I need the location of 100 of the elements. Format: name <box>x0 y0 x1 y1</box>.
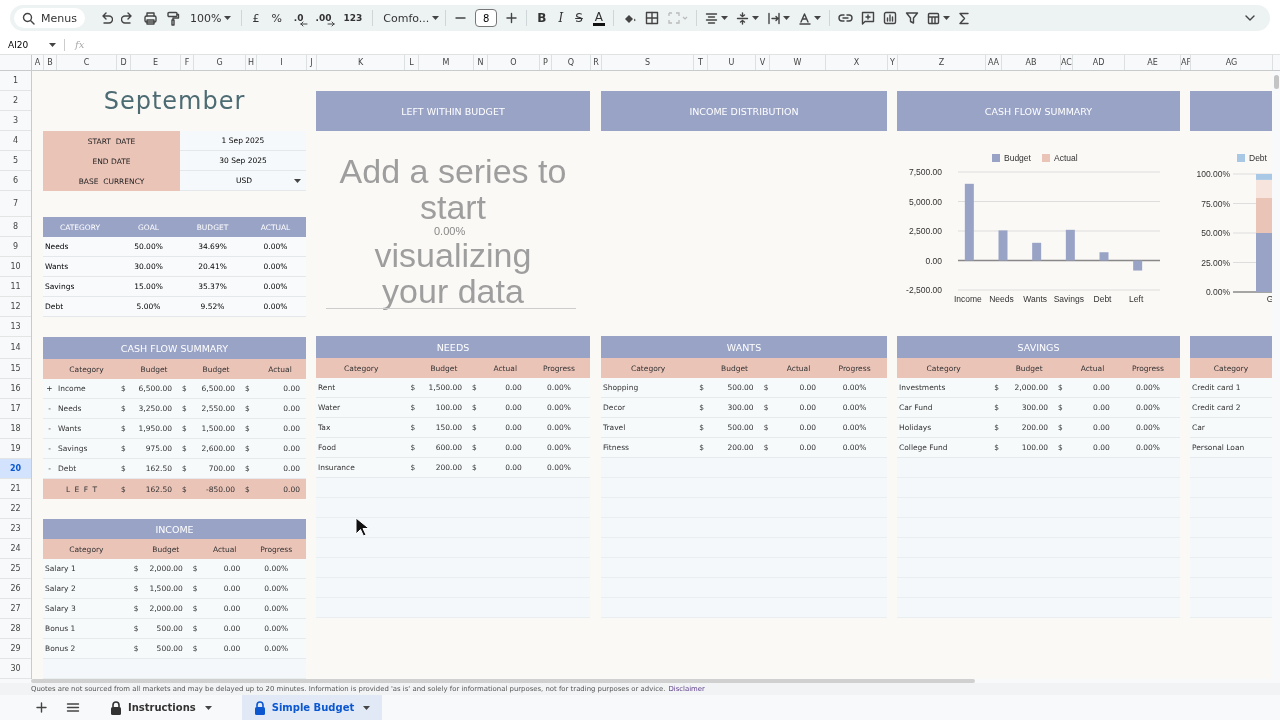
column-header[interactable]: A <box>32 55 44 70</box>
collapse-chevron-icon[interactable] <box>1244 14 1256 22</box>
row-header[interactable]: 6 <box>0 171 31 191</box>
row-header[interactable]: 1 <box>0 71 31 91</box>
row-header[interactable]: 8 <box>0 217 31 237</box>
scrollbar-thumb[interactable] <box>31 679 975 683</box>
column-header[interactable]: AE <box>1125 55 1181 70</box>
percent-button[interactable]: % <box>269 8 284 28</box>
name-box[interactable]: AI20 <box>0 39 64 50</box>
redo-icon[interactable] <box>120 11 135 25</box>
column-header[interactable]: E <box>131 55 181 70</box>
italic-button[interactable]: I <box>556 8 566 28</box>
column-header[interactable]: P <box>540 55 552 70</box>
column-header[interactable]: C <box>57 55 117 70</box>
align-icon[interactable] <box>705 11 719 25</box>
filter-icon[interactable] <box>905 11 920 25</box>
column-header[interactable]: B <box>44 55 57 70</box>
text-rotation-icon[interactable] <box>798 11 812 25</box>
column-header[interactable]: U <box>708 55 756 70</box>
row-header[interactable]: 17 <box>0 399 31 419</box>
sheet-tab[interactable]: Simple Budget <box>241 695 383 720</box>
row-header[interactable]: 18 <box>0 419 31 439</box>
column-header[interactable]: O <box>488 55 540 70</box>
row-header[interactable]: 14 <box>0 337 31 359</box>
column-header[interactable]: AC <box>1061 55 1073 70</box>
currency-button[interactable]: £ <box>250 8 262 28</box>
strikethrough-button[interactable]: S <box>573 8 585 28</box>
column-header[interactable]: X <box>826 55 888 70</box>
text-color-button[interactable]: A <box>592 10 606 26</box>
column-header[interactable]: Q <box>552 55 591 70</box>
plus-icon[interactable] <box>505 12 519 24</box>
column-header[interactable]: M <box>419 55 474 70</box>
column-header[interactable]: AF <box>1181 55 1191 70</box>
column-header[interactable]: R <box>591 55 602 70</box>
column-header[interactable]: W <box>770 55 826 70</box>
column-header[interactable]: G <box>194 55 246 70</box>
column-header[interactable]: J <box>307 55 317 70</box>
column-header[interactable]: H <box>246 55 257 70</box>
row-header[interactable]: 20 <box>0 459 31 479</box>
vertical-align-icon[interactable] <box>736 11 750 25</box>
row-header[interactable]: 10 <box>0 257 31 277</box>
row-header[interactable]: 16 <box>0 379 31 399</box>
row-header[interactable]: 7 <box>0 191 31 217</box>
column-header[interactable]: Y <box>888 55 898 70</box>
row-header[interactable]: 29 <box>0 639 31 659</box>
row-header[interactable]: 27 <box>0 599 31 619</box>
merge-cells-icon <box>667 11 689 25</box>
row-header[interactable]: 26 <box>0 579 31 599</box>
paint-format-icon[interactable] <box>165 10 180 26</box>
functions-icon[interactable] <box>927 11 941 25</box>
column-header[interactable]: N <box>474 55 488 70</box>
column-header[interactable]: AB <box>1002 55 1061 70</box>
print-icon[interactable] <box>142 10 158 26</box>
row-header[interactable]: 9 <box>0 237 31 257</box>
font-dropdown[interactable]: Comfo... <box>381 8 438 28</box>
column-header[interactable]: AA <box>986 55 1002 70</box>
link-icon[interactable] <box>838 11 854 25</box>
row-header[interactable]: 12 <box>0 297 31 317</box>
column-header[interactable]: L <box>405 55 419 70</box>
row-header[interactable]: 21 <box>0 479 31 499</box>
zoom-dropdown[interactable]: 100% <box>187 8 234 28</box>
sigma-icon[interactable] <box>958 11 971 25</box>
text-wrap-icon[interactable] <box>767 11 781 25</box>
column-header[interactable]: T <box>694 55 708 70</box>
comment-icon[interactable] <box>861 11 876 25</box>
all-sheets-icon[interactable] <box>66 701 80 714</box>
column-header[interactable]: V <box>756 55 770 70</box>
row-header[interactable]: 23 <box>0 519 31 539</box>
row-header[interactable]: 5 <box>0 151 31 171</box>
bar <box>1032 242 1042 261</box>
increase-decimals-button[interactable]: .00 <box>313 8 334 28</box>
column-header[interactable]: I <box>257 55 307 70</box>
chart-icon[interactable] <box>883 11 898 25</box>
row-header[interactable]: 3 <box>0 111 31 131</box>
column-header[interactable]: F <box>181 55 194 70</box>
row-header[interactable]: 15 <box>0 359 31 379</box>
column-header[interactable]: K <box>317 55 405 70</box>
row-header[interactable]: 2 <box>0 91 31 111</box>
row-header[interactable]: 28 <box>0 619 31 639</box>
borders-icon[interactable] <box>645 11 660 25</box>
column-header[interactable]: Z <box>898 55 986 70</box>
bold-button[interactable]: B <box>535 8 549 28</box>
row-header[interactable]: 11 <box>0 277 31 297</box>
column-header[interactable]: S <box>602 55 694 70</box>
column-header[interactable]: AG <box>1191 55 1273 70</box>
search-menus-button[interactable]: Menus <box>14 8 85 28</box>
sheet-tab[interactable]: Instructions <box>98 695 224 720</box>
column-header[interactable]: D <box>117 55 131 70</box>
add-sheet-icon[interactable] <box>35 701 48 714</box>
scrollbar-thumb[interactable] <box>1273 75 1279 89</box>
more-formats-button[interactable]: 123 <box>341 8 365 28</box>
column-header[interactable]: AD <box>1073 55 1125 70</box>
row-header[interactable]: 24 <box>0 539 31 559</box>
row-header[interactable]: 13 <box>0 317 31 337</box>
font-size-field[interactable]: 8 <box>475 9 498 27</box>
row-header[interactable]: 25 <box>0 559 31 579</box>
caret-icon <box>814 16 822 20</box>
decrease-decimals-button[interactable]: .0 <box>291 8 306 28</box>
row-header[interactable]: 22 <box>0 499 31 519</box>
row-header[interactable]: 4 <box>0 131 31 151</box>
